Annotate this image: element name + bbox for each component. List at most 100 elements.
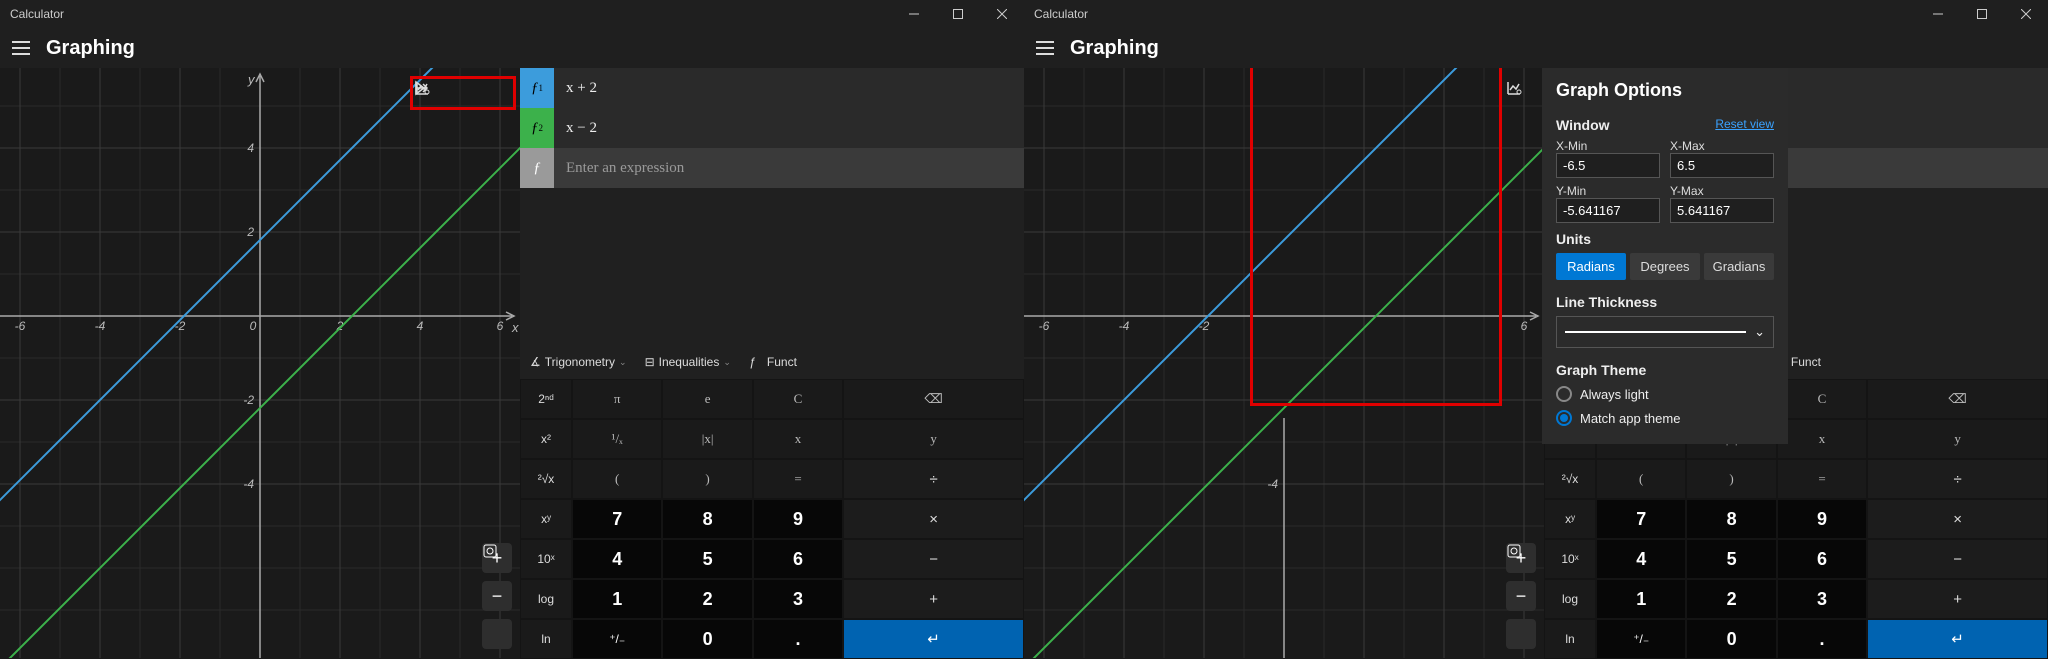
expression-input[interactable]: Enter an expression (554, 148, 1024, 188)
menu-icon[interactable] (1036, 41, 1054, 55)
menu-icon[interactable] (12, 41, 30, 55)
key-plus[interactable]: + (843, 579, 1024, 619)
minimize-button[interactable] (892, 0, 936, 28)
ymin-input[interactable] (1556, 198, 1660, 223)
zoom-out-button[interactable]: − (482, 581, 512, 611)
key-equals[interactable]: = (1777, 459, 1867, 499)
key-reciprocal[interactable]: ¹/ₓ (572, 419, 662, 459)
key-close-paren[interactable]: ) (662, 459, 752, 499)
key-4[interactable]: 4 (572, 539, 662, 579)
key-close-paren[interactable]: ) (1686, 459, 1776, 499)
function-expression[interactable]: x + 2 (554, 68, 1024, 108)
key-3[interactable]: 3 (1777, 579, 1867, 619)
key-3[interactable]: 3 (753, 579, 843, 619)
key-clear[interactable]: C (1777, 379, 1867, 419)
key-7[interactable]: 7 (1596, 499, 1686, 539)
key-divide[interactable]: ÷ (843, 459, 1024, 499)
unit-radians[interactable]: Radians (1556, 253, 1626, 280)
function-expression[interactable]: x − 2 (554, 108, 1024, 148)
key-enter[interactable]: ↵ (843, 619, 1024, 659)
key-0[interactable]: 0 (1686, 619, 1776, 659)
key-dot[interactable]: . (1777, 619, 1867, 659)
key-clear[interactable]: C (753, 379, 843, 419)
graph-canvas[interactable]: -6 -4 -2 6 -4 + − (1024, 68, 1544, 659)
key-enter[interactable]: ↵ (1867, 619, 2048, 659)
key-1[interactable]: 1 (1596, 579, 1686, 619)
theme-option-light[interactable]: Always light (1556, 386, 1774, 402)
close-button[interactable] (980, 0, 1024, 28)
unit-degrees[interactable]: Degrees (1630, 253, 1700, 280)
zoom-out-button[interactable]: − (1506, 581, 1536, 611)
key-9[interactable]: 9 (753, 499, 843, 539)
key-2[interactable]: 2 (1686, 579, 1776, 619)
graph-settings-icon[interactable] (1506, 80, 1536, 110)
functions-flyout[interactable]: ƒ Funct (741, 349, 805, 375)
key-multiply[interactable]: × (843, 499, 1024, 539)
key-4[interactable]: 4 (1596, 539, 1686, 579)
key-negate[interactable]: ⁺/₋ (1596, 619, 1686, 659)
thickness-select[interactable]: ⌄ (1556, 316, 1774, 348)
key-plus[interactable]: + (1867, 579, 2048, 619)
function-row[interactable]: ƒ2 x − 2 (520, 108, 1024, 148)
key-1[interactable]: 1 (572, 579, 662, 619)
key-negate[interactable]: ⁺/₋ (572, 619, 662, 659)
key-minus[interactable]: − (1867, 539, 2048, 579)
theme-option-match[interactable]: Match app theme (1556, 410, 1774, 426)
key-8[interactable]: 8 (662, 499, 752, 539)
xmin-input[interactable] (1556, 153, 1660, 178)
key-backspace[interactable]: ⌫ (843, 379, 1024, 419)
key-y[interactable]: y (843, 419, 1024, 459)
xmax-input[interactable] (1670, 153, 1774, 178)
graph-canvas[interactable]: -6 -4 -2 0 2 4 6 2 4 -2 -4 y x (0, 68, 520, 659)
inequalities-flyout[interactable]: ⊟Inequalities⌄ (637, 349, 739, 375)
ymax-input[interactable] (1670, 198, 1774, 223)
key-open-paren[interactable]: ( (572, 459, 662, 499)
key-5[interactable]: 5 (1686, 539, 1776, 579)
key-xpowy[interactable]: xʸ (1544, 499, 1596, 539)
fit-viewport-button[interactable] (482, 619, 512, 649)
share-icon[interactable] (448, 80, 478, 110)
key-0[interactable]: 0 (662, 619, 752, 659)
key-dot[interactable]: . (753, 619, 843, 659)
key-9[interactable]: 9 (1777, 499, 1867, 539)
key-minus[interactable]: − (843, 539, 1024, 579)
reset-view-link[interactable]: Reset view (1715, 117, 1774, 131)
maximize-button[interactable] (936, 0, 980, 28)
maximize-button[interactable] (1960, 0, 2004, 28)
key-x[interactable]: x (753, 419, 843, 459)
key-sqrt[interactable]: ²√x (1544, 459, 1596, 499)
key-y[interactable]: y (1867, 419, 2048, 459)
fit-viewport-button[interactable] (1506, 619, 1536, 649)
key-abs[interactable]: |x| (662, 419, 752, 459)
key-e[interactable]: e (662, 379, 752, 419)
key-backspace[interactable]: ⌫ (1867, 379, 2048, 419)
key-multiply[interactable]: × (1867, 499, 2048, 539)
graph-settings-icon[interactable] (482, 80, 512, 110)
key-log[interactable]: log (1544, 579, 1596, 619)
key-7[interactable]: 7 (572, 499, 662, 539)
key-ln[interactable]: ln (1544, 619, 1596, 659)
key-6[interactable]: 6 (1777, 539, 1867, 579)
key-ln[interactable]: ln (520, 619, 572, 659)
key-tenx[interactable]: 10ˣ (1544, 539, 1596, 579)
key-sqrt[interactable]: ²√x (520, 459, 572, 499)
key-tenx[interactable]: 10ˣ (520, 539, 572, 579)
unit-gradians[interactable]: Gradians (1704, 253, 1774, 280)
close-button[interactable] (2004, 0, 2048, 28)
key-2[interactable]: 2 (662, 579, 752, 619)
key-xpowy[interactable]: xʸ (520, 499, 572, 539)
key-6[interactable]: 6 (753, 539, 843, 579)
minimize-button[interactable] (1916, 0, 1960, 28)
trigonometry-flyout[interactable]: ∡Trigonometry⌄ (522, 349, 635, 375)
key-2nd[interactable]: 2ⁿᵈ (520, 379, 572, 419)
key-pi[interactable]: π (572, 379, 662, 419)
key-log[interactable]: log (520, 579, 572, 619)
key-5[interactable]: 5 (662, 539, 752, 579)
key-x[interactable]: x (1777, 419, 1867, 459)
key-divide[interactable]: ÷ (1867, 459, 2048, 499)
key-8[interactable]: 8 (1686, 499, 1776, 539)
function-input-row[interactable]: ƒ Enter an expression (520, 148, 1024, 188)
key-equals[interactable]: = (753, 459, 843, 499)
key-xsq[interactable]: x² (520, 419, 572, 459)
function-row[interactable]: ƒ1 x + 2 (520, 68, 1024, 108)
